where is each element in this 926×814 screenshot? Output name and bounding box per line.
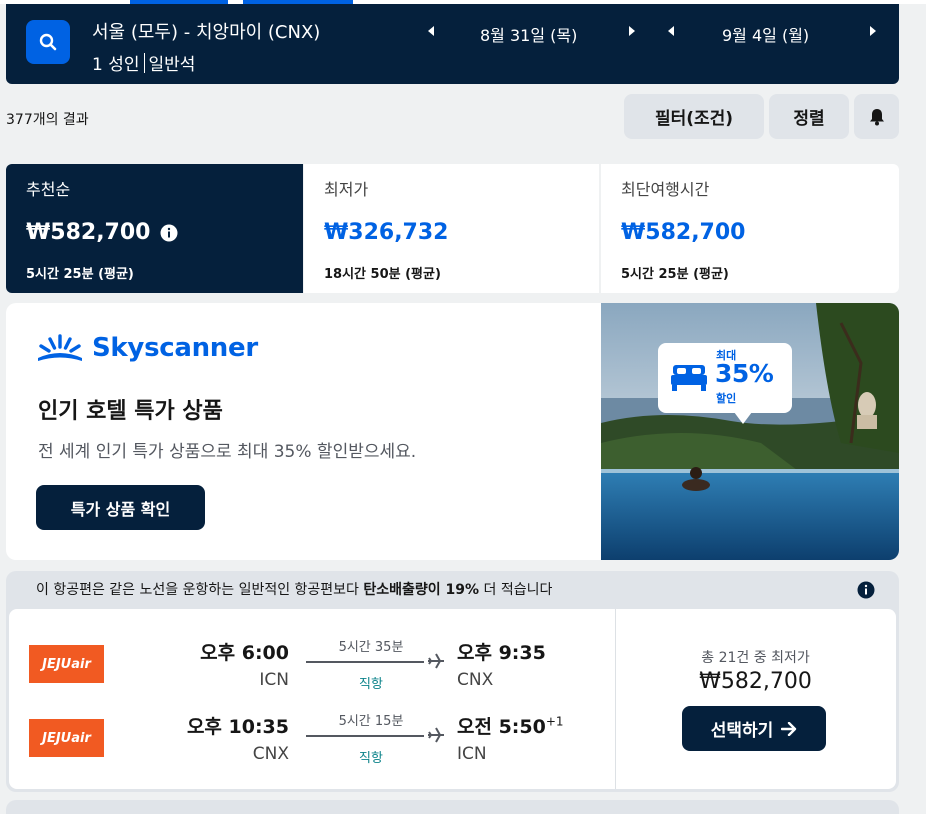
- tab-duration: 5시간 25분 (평균): [26, 267, 134, 282]
- sunrise-logo-icon: [38, 334, 82, 361]
- tab-duration: 18시간 50분 (평균): [324, 267, 441, 282]
- price-alert-button[interactable]: [854, 94, 899, 139]
- route-line: [306, 661, 424, 663]
- tab-price: ₩582,700: [26, 220, 151, 245]
- card-divider: [615, 609, 616, 789]
- passenger-count: 1 성인: [92, 55, 140, 75]
- depart-time: 오후 10:35: [186, 716, 289, 738]
- eco-highlight: 탄소배출량이 19%: [363, 582, 480, 598]
- promo-title: 인기 호텔 특가 상품: [38, 399, 223, 424]
- depart-airport: CNX: [252, 744, 289, 764]
- next-return-date-icon[interactable]: [868, 24, 878, 38]
- stops-label: 직항: [359, 751, 383, 766]
- airline-logo: JEJUair: [29, 719, 104, 757]
- depart-date[interactable]: 8월 31일 (목): [480, 22, 577, 46]
- cabin-class: 일반석: [148, 55, 196, 75]
- tab-cheapest[interactable]: 최저가 ₩326,732 18시간 50분 (평균): [304, 164, 599, 293]
- plane-icon: [428, 653, 444, 669]
- tab-label: 추천순: [26, 180, 71, 199]
- skyscanner-logo: Skyscanner: [36, 333, 258, 363]
- badge-bottom: 할인: [716, 392, 737, 405]
- route-text[interactable]: 서울 (모두) - 치앙마이 (CNX): [92, 18, 320, 44]
- flight-card[interactable]: JEJUair 오후 6:00 ICN 5시간 35분 직항 오후 9:35 C…: [9, 609, 896, 789]
- depart-airport: ICN: [259, 670, 289, 690]
- eco-text: 더 적습니다: [479, 582, 553, 598]
- tab-label: 최단여행시간: [621, 180, 710, 199]
- select-label: 선택하기: [710, 721, 774, 741]
- arrive-time-row: 오전 5:50+1: [457, 712, 564, 739]
- next-depart-date-icon[interactable]: [627, 24, 637, 38]
- sort-button[interactable]: 정렬: [769, 94, 849, 139]
- tab-label: 최저가: [324, 180, 369, 199]
- tab-price: ₩582,700: [621, 220, 746, 245]
- hotel-pool-image: [601, 303, 899, 560]
- plane-icon: [428, 727, 444, 743]
- filter-button[interactable]: 필터(조건): [624, 94, 764, 139]
- prev-return-date-icon[interactable]: [666, 24, 676, 38]
- hotel-promo-banner: Skyscanner 인기 호텔 특가 상품 전 세계 인기 특가 상품으로 최…: [6, 303, 899, 560]
- bed-icon: [671, 365, 707, 391]
- info-icon[interactable]: [160, 224, 178, 242]
- next-flight-result: [6, 800, 899, 814]
- arrive-time: 오후 9:35: [457, 642, 546, 664]
- result-count: 377개의 결과: [6, 112, 89, 128]
- day-offset: +1: [545, 714, 564, 729]
- discount-badge: 최대 35% 할인: [658, 343, 792, 424]
- arrive-airport: ICN: [457, 744, 487, 764]
- depart-time: 오후 6:00: [200, 642, 289, 664]
- tab-fastest[interactable]: 최단여행시간 ₩582,700 5시간 25분 (평균): [601, 164, 899, 293]
- promo-description: 전 세계 인기 특가 상품으로 최대 35% 할인받으세요.: [38, 442, 417, 462]
- airline-logo: JEJUair: [29, 645, 104, 683]
- flight-result: 이 항공편은 같은 노선을 운항하는 일반적인 항공편보다 탄소배출량이 19%…: [6, 571, 899, 792]
- eco-notice: 이 항공편은 같은 노선을 운항하는 일반적인 항공편보다 탄소배출량이 19%…: [36, 579, 552, 599]
- stops-label: 직항: [359, 677, 383, 692]
- arrive-airport: CNX: [457, 670, 494, 690]
- flight-duration: 5시간 15분: [338, 714, 404, 729]
- deal-price: ₩582,700: [699, 669, 812, 694]
- search-button[interactable]: [26, 20, 70, 64]
- badge-pointer: [734, 412, 752, 424]
- select-flight-button[interactable]: 선택하기: [682, 706, 826, 751]
- flight-duration: 5시간 35분: [338, 640, 404, 655]
- tab-price: ₩326,732: [324, 220, 449, 245]
- tab-price-row: ₩582,700: [26, 220, 283, 245]
- divider: [143, 53, 145, 73]
- brand-name: Skyscanner: [92, 333, 258, 363]
- deal-count: 총 21건 중 최저가: [701, 650, 810, 666]
- arrow-right-icon: [781, 721, 797, 736]
- bell-icon: [869, 108, 884, 125]
- view-deals-button[interactable]: 특가 상품 확인: [36, 485, 205, 530]
- search-summary-bar[interactable]: 서울 (모두) - 치앙마이 (CNX) 1 성인 일반석 8월 31일 (목) …: [6, 4, 899, 84]
- eco-text: 이 항공편은 같은 노선을 운항하는 일반적인 항공편보다: [36, 582, 364, 598]
- prev-depart-date-icon[interactable]: [426, 24, 436, 38]
- info-icon[interactable]: [857, 581, 875, 599]
- route-line: [306, 735, 424, 737]
- passenger-cabin[interactable]: 1 성인 일반석: [92, 50, 195, 75]
- return-date[interactable]: 9월 4일 (월): [722, 22, 809, 46]
- search-icon: [39, 33, 57, 51]
- arrive-time: 오전 5:50: [457, 716, 546, 738]
- tab-duration: 5시간 25분 (평균): [621, 267, 729, 282]
- tab-best[interactable]: 추천순 ₩582,700 5시간 25분 (평균): [6, 164, 303, 293]
- badge-value: 35%: [715, 359, 774, 388]
